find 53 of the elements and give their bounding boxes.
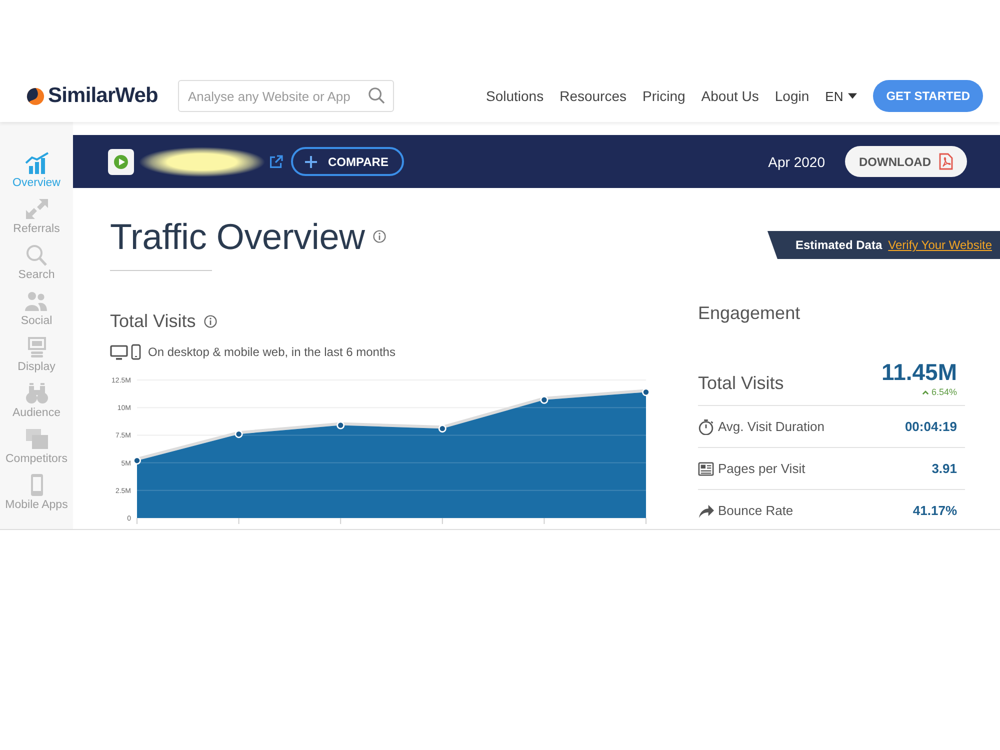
people-icon xyxy=(24,290,48,312)
windows-icon xyxy=(24,428,48,450)
info-icon[interactable] xyxy=(372,230,386,243)
external-link-icon[interactable] xyxy=(269,154,283,168)
data-point[interactable] xyxy=(234,430,243,438)
stopwatch-icon xyxy=(698,418,714,434)
data-point[interactable] xyxy=(133,456,141,465)
page-title: Traffic Overview xyxy=(110,216,365,257)
caret-down-icon xyxy=(848,93,858,99)
share-arrow-icon xyxy=(698,502,714,518)
language-dropdown[interactable]: EN xyxy=(825,88,858,104)
metric-label: Avg. Visit Duration xyxy=(718,419,824,434)
brand-name: SimilarWeb xyxy=(48,84,158,108)
metric-value: 3.91 xyxy=(932,461,957,476)
pdf-icon xyxy=(939,153,953,170)
metric-value: 41.17% xyxy=(912,503,957,518)
metric-label: Pages per Visit xyxy=(718,461,806,476)
nav-link[interactable]: Login xyxy=(774,88,810,104)
data-point[interactable] xyxy=(336,421,345,430)
verify-link[interactable]: Verify Your Website xyxy=(888,238,992,252)
plus-icon xyxy=(305,156,317,168)
play-icon xyxy=(108,148,134,174)
banner-label: Estimated Data xyxy=(795,238,882,252)
date-label: Apr 2020 xyxy=(768,154,825,170)
search-field[interactable]: Analyse any Website or App xyxy=(178,80,394,112)
data-point[interactable] xyxy=(438,424,446,433)
metric-value: 11.45M xyxy=(882,360,957,385)
data-point[interactable] xyxy=(540,396,548,404)
section-title: Engagement xyxy=(698,303,802,324)
data-point[interactable] xyxy=(642,388,650,396)
bar-chart-icon xyxy=(24,152,48,174)
nav-link[interactable]: Pricing xyxy=(642,88,686,104)
section-title: Total Visits xyxy=(110,311,196,332)
search-icon xyxy=(24,244,48,266)
logo-icon xyxy=(26,86,45,106)
get-started-button[interactable]: GET STARTED xyxy=(873,80,983,112)
phone-icon xyxy=(131,344,141,360)
newspaper-icon xyxy=(698,460,714,476)
change-value: 6.54% xyxy=(931,387,957,397)
metric-label: Bounce Rate xyxy=(718,503,794,518)
arrows-icon xyxy=(24,198,48,220)
metric-value: 00:04:19 xyxy=(904,419,957,434)
binoculars-icon xyxy=(24,382,48,404)
compare-button[interactable]: COMPARE xyxy=(291,147,404,176)
search-icon[interactable] xyxy=(368,87,385,104)
nav-link[interactable]: Solutions xyxy=(486,88,544,104)
metric-label: Total Visits xyxy=(698,373,784,394)
chart-subtitle: On desktop & mobile web, in the last 6 months xyxy=(148,345,396,359)
monitor-icon xyxy=(110,344,128,360)
info-icon[interactable] xyxy=(204,315,217,328)
nav-link[interactable]: About Us xyxy=(701,88,759,104)
download-button[interactable]: DOWNLOAD xyxy=(845,146,967,177)
nav-link[interactable]: Resources xyxy=(560,88,626,104)
